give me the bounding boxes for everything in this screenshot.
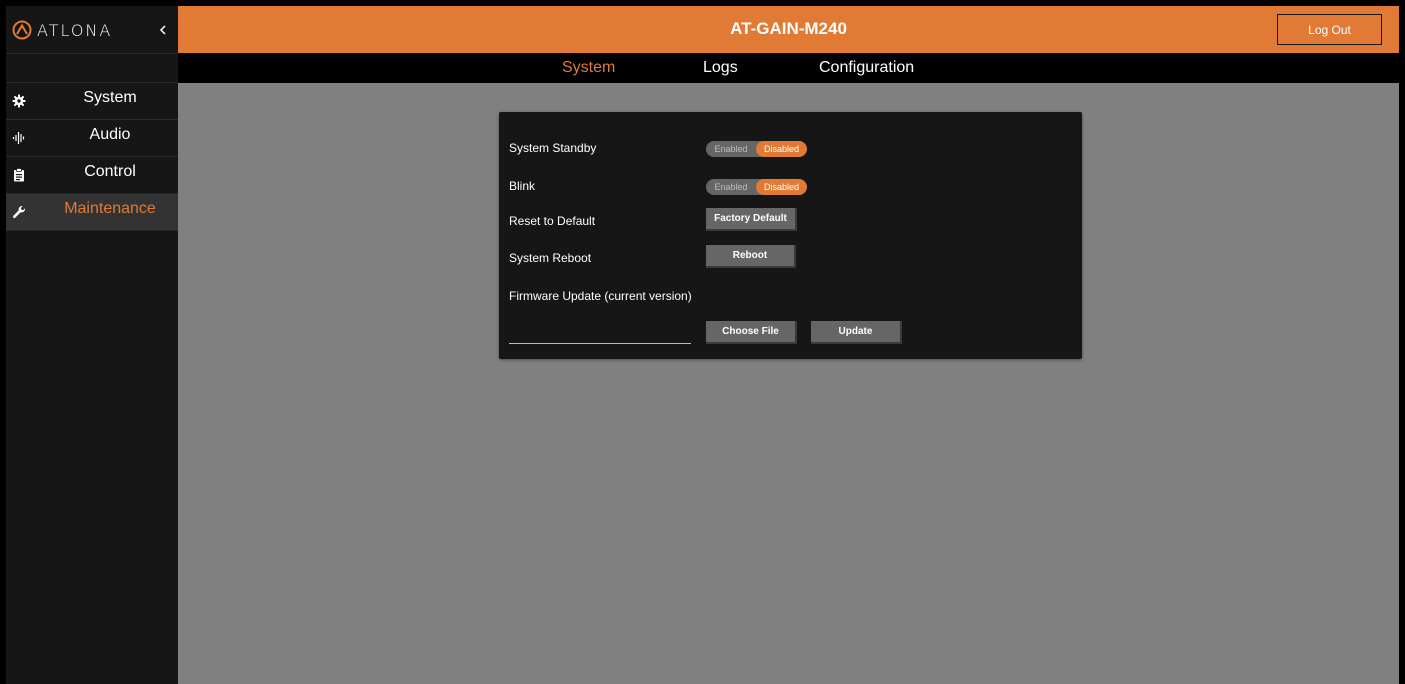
toggle-option-disabled[interactable]: Disabled <box>756 179 807 195</box>
tab-logs[interactable]: Logs <box>703 59 738 77</box>
update-button[interactable]: Update <box>811 321 902 344</box>
header-bar: AT-GAIN-M240 Log Out <box>178 6 1399 53</box>
sidebar-item-system[interactable]: System <box>6 82 178 119</box>
tab-configuration[interactable]: Configuration <box>819 59 914 77</box>
reset-to-default-label: Reset to Default <box>509 214 596 228</box>
system-standby-toggle[interactable]: Enabled Disabled <box>706 141 807 157</box>
factory-default-button[interactable]: Factory Default <box>706 208 797 231</box>
brand-bar: ATLONA <box>6 6 178 54</box>
atlona-logo-icon <box>12 20 32 40</box>
sidebar-item-control[interactable]: Control <box>6 156 178 193</box>
sidebar-item-audio[interactable]: Audio <box>6 119 178 156</box>
firmware-file-field[interactable] <box>509 343 691 344</box>
sidebar-item-maintenance[interactable]: Maintenance <box>6 193 178 231</box>
sidebar-item-label: Maintenance <box>64 200 156 217</box>
sidebar-nav: System Audio Control Maintenance <box>6 82 178 231</box>
reboot-button[interactable]: Reboot <box>706 245 796 268</box>
app-window: ATLONA System Audio Control Maintenance … <box>6 6 1399 684</box>
sidebar-item-label: Audio <box>89 126 131 143</box>
tab-bar: System Logs Configuration <box>178 53 1399 83</box>
chevron-left-icon[interactable] <box>156 20 170 40</box>
blink-label: Blink <box>509 179 536 193</box>
firmware-update-label: Firmware Update (current version) <box>509 289 692 303</box>
sidebar-item-label: Control <box>84 163 136 180</box>
page-title: AT-GAIN-M240 <box>730 19 847 38</box>
sidebar: ATLONA System Audio Control Maintenance <box>6 6 178 684</box>
toggle-option-disabled[interactable]: Disabled <box>756 141 807 157</box>
toggle-option-enabled[interactable]: Enabled <box>706 141 756 157</box>
logout-button[interactable]: Log Out <box>1277 14 1382 45</box>
toggle-option-enabled[interactable]: Enabled <box>706 179 756 195</box>
system-standby-label: System Standby <box>509 141 597 155</box>
brand-name: ATLONA <box>37 21 113 40</box>
tab-system[interactable]: System <box>562 59 615 77</box>
choose-file-button[interactable]: Choose File <box>706 321 797 344</box>
sidebar-item-label: System <box>83 89 137 106</box>
maintenance-panel: System Standby Enabled Disabled Blink En… <box>499 112 1082 359</box>
blink-toggle[interactable]: Enabled Disabled <box>706 179 807 195</box>
system-reboot-label: System Reboot <box>509 251 592 265</box>
